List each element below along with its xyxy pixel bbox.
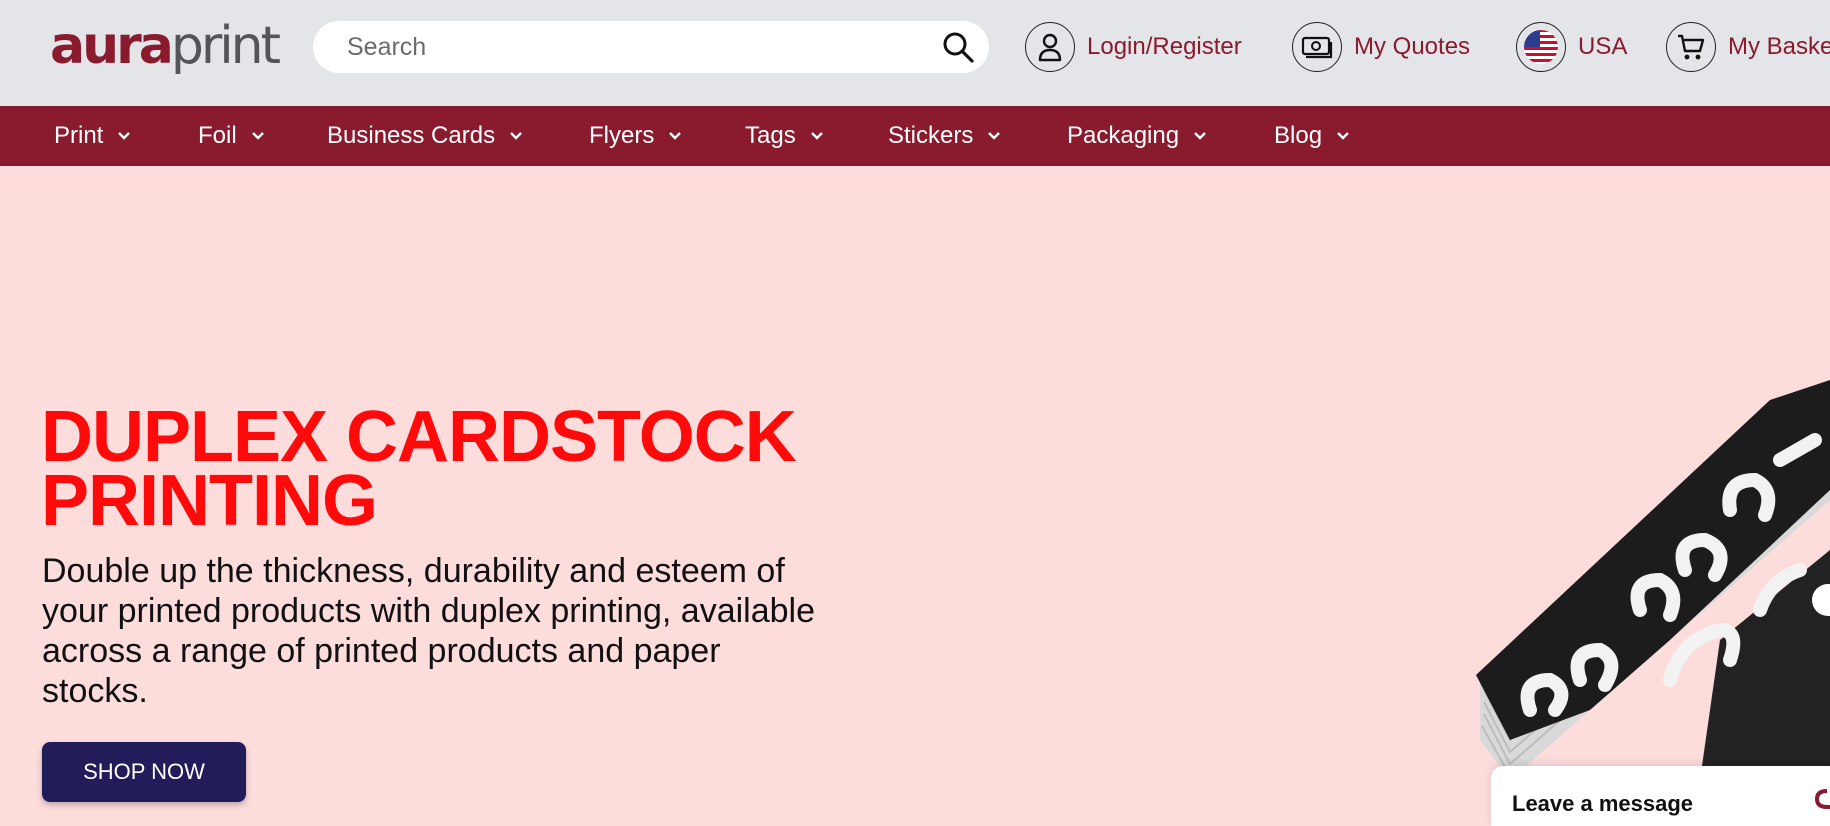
chevron-down-icon	[810, 132, 823, 140]
main-nav: Print Foil Business Cards Flyers Tags St…	[0, 106, 1830, 166]
chevron-down-icon	[1194, 132, 1206, 140]
nav-item-label: Tags	[745, 122, 796, 149]
my-quotes-link[interactable]: My Quotes	[1292, 22, 1470, 72]
nav-item-print[interactable]: Print	[54, 106, 131, 166]
my-basket-link[interactable]: My Basket	[1666, 22, 1830, 72]
hero-description: Double up the thickness, durability and …	[42, 552, 816, 710]
chevron-down-icon	[988, 132, 1001, 140]
us-flag-icon	[1516, 22, 1566, 72]
nav-item-blog[interactable]: Blog	[1274, 106, 1350, 166]
nav-item-label: Flyers	[589, 122, 655, 149]
money-icon	[1292, 22, 1342, 72]
search-input[interactable]	[347, 31, 907, 63]
chat-label: Leave a message	[1512, 791, 1694, 816]
shop-now-button[interactable]: SHOP NOW	[42, 742, 246, 802]
chevron-down-icon	[118, 132, 131, 140]
nav-item-label: Blog	[1274, 122, 1323, 149]
country-label: USA	[1578, 33, 1628, 60]
nav-item-flyers[interactable]: Flyers	[589, 106, 682, 166]
user-icon	[1025, 22, 1075, 72]
nav-item-stickers[interactable]: Stickers	[888, 106, 1001, 166]
nav-item-tags[interactable]: Tags	[745, 106, 824, 166]
chevron-down-icon	[669, 132, 682, 140]
nav-item-label: Packaging	[1067, 122, 1180, 149]
login-register-link[interactable]: Login/Register	[1025, 22, 1242, 72]
chat-icon	[1814, 789, 1830, 809]
country-selector[interactable]: USA	[1516, 22, 1627, 72]
search-icon[interactable]	[941, 30, 975, 64]
cart-icon	[1666, 22, 1716, 72]
nav-item-foil[interactable]: Foil	[198, 106, 265, 166]
login-register-label: Login/Register	[1087, 33, 1242, 60]
chevron-down-icon	[251, 132, 264, 140]
logo[interactable]: auraprint	[50, 14, 281, 78]
nav-item-label: Foil	[198, 122, 237, 149]
top-header: auraprint Login/Register My Quotes	[0, 0, 1830, 106]
hero-title-line-2: PRINTING	[41, 461, 378, 541]
chevron-down-icon	[510, 132, 522, 140]
nav-item-label: Stickers	[888, 122, 974, 149]
chevron-down-icon	[1337, 132, 1349, 140]
logo-part-aura: aura	[50, 16, 174, 76]
my-basket-label: My Basket	[1728, 33, 1830, 60]
logo-part-print: print	[170, 16, 281, 76]
nav-item-label: Business Cards	[327, 122, 496, 149]
hero-product-image	[1476, 380, 1830, 780]
hero-title: DUPLEX CARDSTOCK PRINTING	[41, 401, 861, 537]
nav-item-business-cards[interactable]: Business Cards	[327, 106, 523, 166]
chat-widget[interactable]: Leave a message	[1491, 766, 1830, 826]
search-bar	[313, 21, 989, 73]
nav-item-packaging[interactable]: Packaging	[1067, 106, 1207, 166]
my-quotes-label: My Quotes	[1354, 33, 1471, 60]
nav-item-label: Print	[54, 122, 104, 149]
